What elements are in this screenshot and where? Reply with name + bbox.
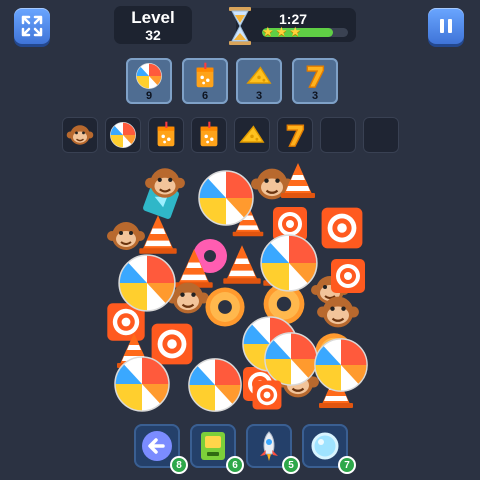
cone-item[interactable]: [278, 160, 318, 200]
star-icon: ★: [262, 24, 274, 39]
beach-ball-item[interactable]: [196, 168, 256, 228]
beach-ball-item[interactable]: [312, 336, 370, 394]
tray-slot-empty: [320, 117, 356, 153]
star-icon: ★: [275, 24, 288, 39]
juice-box-icon: [191, 62, 219, 90]
booster-count-badge: 5: [282, 456, 300, 474]
booster-count-badge: 7: [338, 456, 356, 474]
magnifier-icon: [311, 432, 339, 460]
tray-slot: [105, 117, 141, 153]
tray-slot: [277, 117, 313, 153]
target-box-item[interactable]: [250, 378, 284, 412]
beach-ball-item[interactable]: [116, 252, 178, 314]
cheese-slice-icon: [245, 62, 273, 90]
shuffle-booster-button[interactable]: 6: [190, 424, 244, 474]
tray-slot: [62, 117, 98, 153]
beach-ball-item[interactable]: [258, 232, 320, 294]
goal-count: 9: [145, 90, 153, 102]
cheese-slice-icon: [238, 121, 266, 149]
tray-slot: [191, 117, 227, 153]
goal-count: 6: [201, 90, 209, 102]
tray-slot-empty: [363, 117, 399, 153]
magnifier-booster-button[interactable]: 7: [302, 424, 356, 474]
booster-count-badge: 8: [170, 456, 188, 474]
number-seven-icon: [281, 121, 309, 149]
booster-count-badge: 6: [226, 456, 244, 474]
star-rating: ★ ★ ★: [262, 25, 301, 38]
shuffle-machine-icon: [201, 432, 225, 460]
undo-booster-button[interactable]: 8: [134, 424, 188, 474]
juice-box-icon: [195, 121, 223, 149]
fullscreen-button[interactable]: [14, 8, 50, 44]
game-screen: { "header": { "level_label": "Level", "l…: [0, 0, 480, 480]
rocket-booster-button[interactable]: 5: [246, 424, 300, 474]
hourglass-icon: [229, 7, 251, 45]
undo-arrow-icon: [142, 431, 172, 461]
pause-button[interactable]: [428, 8, 464, 44]
monkey-face-item[interactable]: [316, 290, 360, 334]
monkey-face-icon: [66, 121, 94, 149]
level-label: Level: [131, 7, 175, 27]
item-pile: [100, 160, 390, 420]
juice-box-icon: [152, 121, 180, 149]
goal-number-seven: 3: [292, 58, 338, 104]
pause-icon: [440, 19, 452, 33]
tray-slot: [234, 117, 270, 153]
goal-cheese-slice: 3: [236, 58, 282, 104]
beach-ball-item[interactable]: [186, 356, 244, 414]
target-box-item[interactable]: [318, 204, 366, 252]
number-seven-icon: [301, 62, 329, 90]
level-number: 32: [145, 26, 161, 43]
monkey-face-item[interactable]: [144, 162, 186, 204]
goal-count: 3: [255, 90, 263, 102]
beach-ball-item[interactable]: [112, 354, 172, 414]
rocket-icon: [260, 431, 278, 461]
tray-slot: [148, 117, 184, 153]
expand-arrows-icon: [21, 15, 43, 37]
level-indicator: Level 32: [114, 6, 192, 44]
goal-count: 3: [311, 90, 319, 102]
beach-ball-icon: [109, 121, 137, 149]
beach-ball-icon: [135, 62, 163, 90]
monkey-face-item[interactable]: [106, 216, 146, 256]
goal-beach-ball: 9: [126, 58, 172, 104]
goal-juice-box: 6: [182, 58, 228, 104]
star-icon: ★: [289, 24, 301, 39]
